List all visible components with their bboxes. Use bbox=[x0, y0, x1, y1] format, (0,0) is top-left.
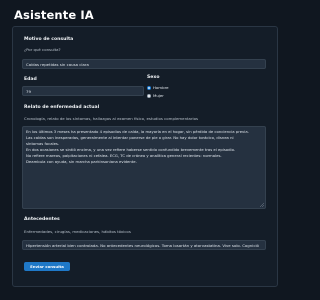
radio-hombre[interactable] bbox=[147, 85, 151, 90]
motivo-label: Motivo de consulta bbox=[24, 37, 74, 42]
radio-hombre-label: Hombre bbox=[153, 85, 169, 90]
resize-handle[interactable] bbox=[260, 203, 264, 207]
edad-label: Edad bbox=[24, 77, 37, 82]
relato-line: Deambula con ayuda, sin marcha parkinson… bbox=[26, 159, 137, 164]
antecedentes-hint: Enfermedades, cirugías, medicaciones, há… bbox=[24, 229, 131, 234]
page-title: Asistente IA bbox=[14, 8, 94, 22]
relato-hint: Cronología, relato de los síntomas, hall… bbox=[24, 116, 199, 121]
antecedentes-label: Antecedentes bbox=[24, 217, 60, 222]
sexo-label: Sexo bbox=[147, 75, 160, 80]
app-root: Asistente IA Motivo de consulta ¿Por qué… bbox=[0, 0, 290, 300]
sexo-option-hombre[interactable]: Hombre bbox=[147, 85, 168, 90]
submit-button[interactable]: Enviar consulta bbox=[24, 262, 70, 271]
relato-textarea[interactable]: En los últimos 3 meses ha presentado 4 e… bbox=[22, 126, 266, 209]
motivo-input[interactable]: Caídas repetidas sin causa clara bbox=[22, 59, 266, 69]
relato-line: Las caídas son inesperadas, generalmente… bbox=[26, 135, 234, 140]
radio-mujer-label: Mujer bbox=[153, 93, 164, 98]
relato-label: Relato de enfermedad actual bbox=[24, 105, 100, 110]
edad-input[interactable]: 79 bbox=[22, 86, 144, 96]
motivo-hint: ¿Por qué consulta? bbox=[24, 47, 61, 52]
radio-mujer[interactable] bbox=[147, 93, 151, 98]
antecedentes-input[interactable]: Hipertensión arterial bien controlada. N… bbox=[22, 240, 266, 250]
sexo-option-mujer[interactable]: Mujer bbox=[147, 93, 164, 98]
